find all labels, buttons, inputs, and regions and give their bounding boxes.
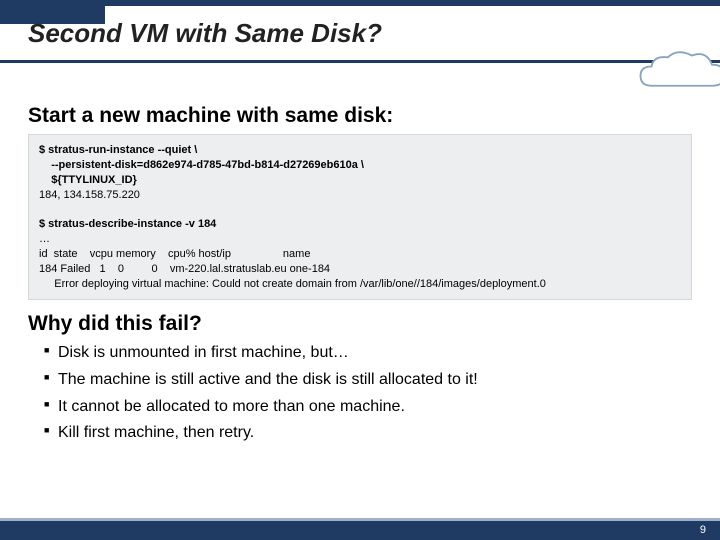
slide: Second VM with Same Disk? Start a new ma… (0, 0, 720, 540)
list-item: The machine is still active and the disk… (44, 369, 692, 391)
subheading: Start a new machine with same disk: (28, 104, 692, 128)
terminal-cmd2: $ stratus-describe-instance -v 184 (39, 218, 216, 230)
list-item: Kill first machine, then retry. (44, 422, 692, 444)
terminal-block: $ stratus-run-instance --quiet \ --persi… (28, 134, 692, 300)
terminal-cmd1-l1: $ stratus-run-instance --quiet \ (39, 144, 197, 156)
top-strip (0, 0, 720, 6)
slide-title: Second VM with Same Disk? (28, 18, 382, 49)
list-item: Disk is unmounted in first machine, but… (44, 342, 692, 364)
terminal-out2-l1: … (39, 233, 50, 245)
footer-bar: 9 (0, 518, 720, 540)
terminal-out2-l3: 184 Failed 1 0 0 vm-220.lal.stratuslab.e… (39, 263, 330, 275)
bullet-list: Disk is unmounted in first machine, but…… (28, 342, 692, 443)
title-rule (0, 60, 720, 63)
cloud-icon (624, 44, 720, 105)
terminal-out1: 184, 134.158.75.220 (39, 189, 140, 201)
why-heading: Why did this fail? (28, 312, 692, 336)
list-item: It cannot be allocated to more than one … (44, 396, 692, 418)
terminal-out2-l4: Error deploying virtual machine: Could n… (39, 278, 546, 290)
terminal-out2-l2: id state vcpu memory cpu% host/ip name (39, 248, 310, 260)
page-number: 9 (700, 524, 706, 536)
terminal-cmd1-l3: ${TTYLINUX_ID} (39, 174, 137, 186)
terminal-cmd1-l2: --persistent-disk=d862e974-d785-47bd-b81… (39, 159, 364, 171)
content-area: Start a new machine with same disk: $ st… (28, 104, 692, 449)
